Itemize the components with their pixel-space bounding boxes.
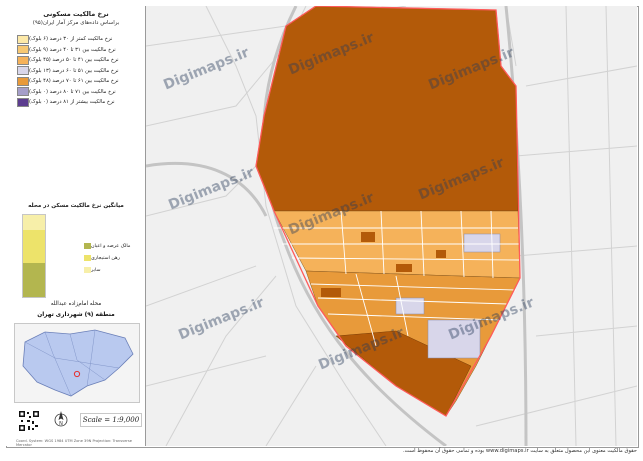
- legend-swatch: [17, 45, 29, 55]
- stack-segment: [23, 262, 45, 297]
- legend-label: نرخ مالکیت بین ۴۱ تا ۵۰ درصد (۴۵ بلوک): [29, 57, 119, 64]
- stack-legend-item: سایر: [81, 264, 141, 276]
- legend-panel: نرخ مالکیت مسکونی براساس داده‌های مرکز آ…: [6, 6, 146, 447]
- legend-title: نرخ مالکیت مسکونی: [43, 10, 109, 18]
- legend-label: نرخ مالکیت بین ۶۱ تا ۷۰ درصد (۴۸ بلوک): [29, 78, 119, 85]
- block-accent-4: [321, 288, 341, 297]
- legend-label: نرخ مالکیت کمتر از ۳۰ درصد (۶ بلوک): [29, 36, 113, 43]
- stack-legend: مالک عرصه و اعیان رهن استیجاری سایر: [81, 240, 141, 276]
- locator-map-graphic: [22, 329, 134, 397]
- stack-segment: [23, 229, 45, 263]
- legend-subtitle: براساس داده‌های مرکز آمار ایران(۹۵): [32, 20, 120, 26]
- stack-legend-item: مالک عرصه و اعیان: [81, 240, 141, 252]
- locator-subtitle: منطقه (۹) شهرداری تهران: [37, 312, 115, 318]
- legend-label: نرخ مالکیت بین ۳۱ تا ۴۰ درصد (۹ بلوک): [29, 46, 116, 53]
- stack-legend-item: رهن استیجاری: [81, 252, 141, 264]
- legend-swatch: [17, 76, 29, 86]
- locator-title: محله امام‌زاده عبدالله: [50, 301, 102, 307]
- map-canvas[interactable]: Digimaps.ir Digimaps.ir Digimaps.ir Digimap…: [146, 6, 637, 446]
- legend-swatch: [17, 34, 29, 44]
- stack-legend-label: رهن استیجاری: [91, 255, 120, 261]
- stack-segment: [23, 215, 45, 230]
- block-accent-3: [396, 264, 412, 272]
- svg-text:N: N: [59, 421, 63, 427]
- block-accent-2: [436, 250, 446, 258]
- legend-swatch: [17, 55, 29, 65]
- legend-item: نرخ مالکیت بیشتر از ۸۱ درصد (۰ بلوک): [14, 97, 140, 108]
- scale-label: Scale = 1:9,000: [80, 413, 142, 427]
- locator-map: [14, 323, 140, 403]
- legend-label: نرخ مالکیت بیشتر از ۸۱ درصد (۰ بلوک): [29, 99, 115, 106]
- legend-swatch: [17, 87, 29, 97]
- legend-swatch: [17, 66, 29, 76]
- block-lavender-2: [463, 233, 501, 253]
- legend-item: نرخ مالکیت بین ۴۱ تا ۵۰ درصد (۴۵ بلوک): [14, 55, 140, 66]
- stack-chart-title: میانگین نرخ مالکیت مسکن در محله: [28, 203, 124, 209]
- north-arrow-icon: N: [54, 410, 68, 428]
- legend-item: نرخ مالکیت بین ۵۱ تا ۶۰ درصد (۱۳ بلوک): [14, 66, 140, 77]
- stack-legend-swatch: [84, 255, 91, 261]
- qr-code: [18, 410, 40, 432]
- stack-legend-label: مالک عرصه و اعیان: [91, 243, 131, 249]
- stack-legend-label: سایر: [91, 267, 101, 273]
- stack-legend-swatch: [84, 243, 91, 249]
- legend-label: نرخ مالکیت بین ۵۱ تا ۶۰ درصد (۱۳ بلوک): [29, 67, 119, 74]
- credit-text: Coord. System: WGS 1984 UTM Zone 39N Pro…: [16, 439, 132, 447]
- stacked-bar: [22, 214, 46, 298]
- legend-item: نرخ مالکیت بین ۷۱ تا ۸۰ درصد (۰ بلوک): [14, 87, 140, 98]
- legend-swatch: [17, 97, 29, 107]
- copyright-footer: حقوق مالکیت معنوی این محصول متعلق به سای…: [403, 448, 637, 454]
- legend-item: نرخ مالکیت کمتر از ۳۰ درصد (۶ بلوک): [14, 34, 140, 45]
- stack-legend-swatch: [84, 267, 91, 273]
- legend-item: نرخ مالکیت بین ۶۱ تا ۷۰ درصد (۴۸ بلوک): [14, 76, 140, 87]
- legend-label: نرخ مالکیت بین ۷۱ تا ۸۰ درصد (۰ بلوک): [29, 88, 116, 95]
- legend-list: نرخ مالکیت کمتر از ۳۰ درصد (۶ بلوک) نرخ م…: [14, 34, 140, 108]
- legend-item: نرخ مالکیت بین ۳۱ تا ۴۰ درصد (۹ بلوک): [14, 45, 140, 56]
- block-accent-1: [361, 232, 375, 242]
